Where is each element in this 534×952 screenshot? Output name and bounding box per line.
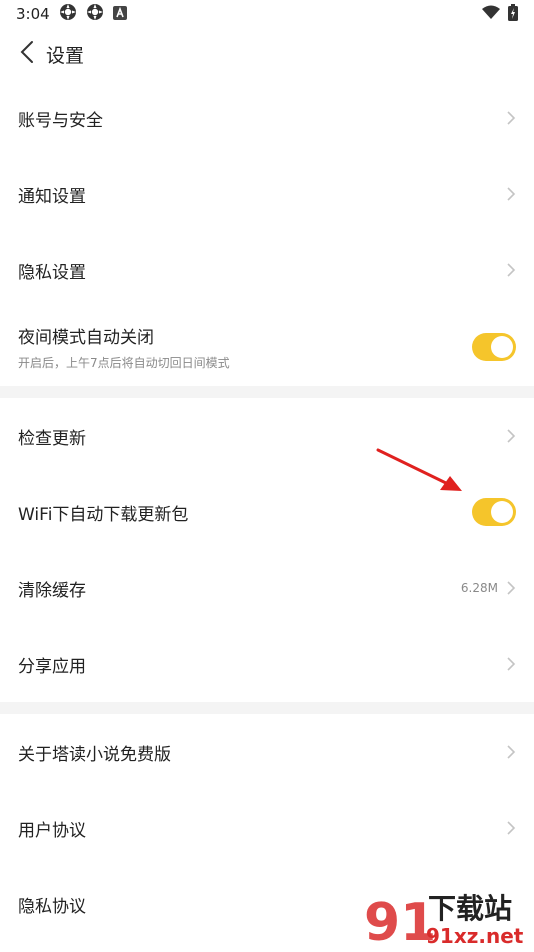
status-time: 3:04 (16, 5, 50, 23)
wifi-icon (482, 5, 500, 24)
row-about[interactable]: 关于塔读小说免费版 (0, 714, 534, 790)
chevron-right-icon (506, 580, 516, 596)
cache-size-value: 6.28M (460, 581, 498, 595)
row-user-agreement[interactable]: 用户协议 (0, 790, 534, 866)
section-divider (0, 386, 534, 398)
gear-notification-icon (59, 3, 77, 25)
row-label: 账号与安全 (18, 110, 103, 131)
status-bar: 3:04 (0, 0, 534, 28)
row-notification-settings[interactable]: 通知设置 (0, 156, 534, 232)
row-subtitle: 开启后，上午7点后将自动切回日间模式 (18, 356, 230, 370)
row-label: 关于塔读小说免费版 (18, 744, 171, 765)
row-label: 清除缓存 (18, 580, 86, 601)
watermark: 91 下载站 91xz.net (362, 888, 530, 952)
row-label: 通知设置 (18, 186, 86, 207)
row-label: 用户协议 (18, 820, 86, 841)
annotation-arrow-icon (374, 446, 466, 498)
row-share-app[interactable]: 分享应用 (0, 626, 534, 702)
settings-group-app: 检查更新 WiFi下自动下载更新包 清除缓存 6.28M 分享应用 (0, 398, 534, 702)
back-button[interactable] (12, 34, 42, 74)
toggle-knob (491, 501, 513, 523)
a-notification-icon (112, 5, 127, 24)
row-label: 分享应用 (18, 656, 86, 677)
night-mode-toggle[interactable] (472, 333, 516, 361)
chevron-right-icon (506, 262, 516, 278)
section-divider (0, 702, 534, 714)
row-night-mode-auto-off: 夜间模式自动关闭 开启后，上午7点后将自动切回日间模式 (0, 308, 534, 386)
row-label: 检查更新 (18, 428, 86, 449)
battery-icon (508, 3, 518, 25)
gear-notification-icon (86, 3, 104, 25)
row-account-security[interactable]: 账号与安全 (0, 80, 534, 156)
row-label: 夜间模式自动关闭 (18, 328, 154, 348)
wifi-auto-download-toggle[interactable] (472, 498, 516, 526)
row-label: 隐私设置 (18, 262, 86, 283)
chevron-right-icon (506, 186, 516, 202)
nav-bar: 设置 (0, 28, 534, 80)
chevron-right-icon (506, 744, 516, 760)
row-label: WiFi下自动下载更新包 (18, 504, 189, 525)
settings-group-account: 账号与安全 通知设置 隐私设置 夜间模式自动关闭 开启后，上午7点后将自动切回日… (0, 80, 534, 386)
watermark-title: 下载站 (428, 892, 512, 925)
row-clear-cache[interactable]: 清除缓存 6.28M (0, 550, 534, 626)
row-privacy-settings[interactable]: 隐私设置 (0, 232, 534, 308)
watermark-domain: 91xz.net (426, 924, 524, 948)
chevron-right-icon (506, 820, 516, 836)
toggle-knob (491, 336, 513, 358)
page-title: 设置 (46, 44, 85, 67)
chevron-right-icon (506, 428, 516, 444)
chevron-right-icon (506, 110, 516, 126)
chevron-right-icon (506, 656, 516, 672)
status-left: 3:04 (16, 3, 127, 25)
status-right (482, 3, 518, 25)
chevron-left-icon (20, 40, 34, 68)
